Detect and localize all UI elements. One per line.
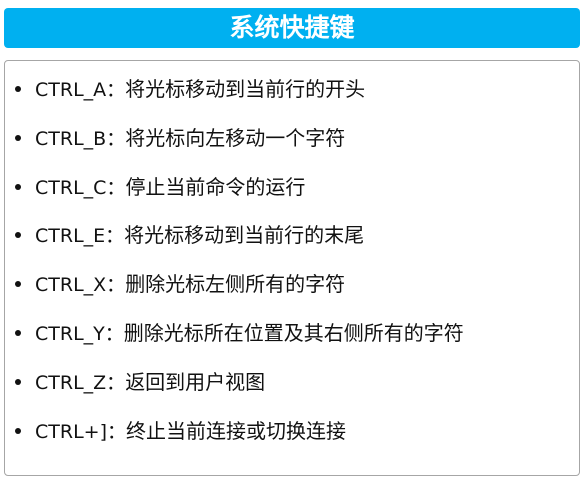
shortcut-key: CTRL_C： bbox=[35, 176, 126, 199]
shortcut-key: CTRL_Y： bbox=[35, 322, 124, 345]
bullet-icon bbox=[15, 232, 21, 239]
shortcut-key: CTRL_X： bbox=[35, 274, 126, 297]
list-item: CTRL_Y：删除光标所在位置及其右侧所有的字符 bbox=[5, 313, 464, 362]
shortcut-description: 将光标向左移动一个字符 bbox=[125, 125, 346, 150]
shortcut-key: CTRL_B： bbox=[35, 127, 126, 150]
bullet-icon bbox=[15, 281, 21, 288]
list-item: CTRL_B：将光标向左移动一个字符 bbox=[5, 118, 464, 167]
shortcut-description: 停止当前命令的运行 bbox=[125, 174, 306, 199]
list-item: CTRL_E：将光标移动到当前行的末尾 bbox=[5, 215, 464, 264]
shortcut-key: CTRL_Z： bbox=[35, 371, 126, 394]
shortcut-description: 返回到用户视图 bbox=[125, 369, 266, 394]
shortcut-description: 将光标移动到当前行的末尾 bbox=[124, 223, 365, 248]
list-item: CTRL+]：终止当前连接或切换连接 bbox=[5, 411, 464, 460]
bullet-icon bbox=[15, 378, 21, 385]
bullet-icon bbox=[15, 134, 21, 141]
bullet-icon bbox=[15, 427, 21, 434]
shortcut-list: CTRL_A：将光标移动到当前行的开头 CTRL_B：将光标向左移动一个字符 C… bbox=[5, 69, 464, 459]
bullet-icon bbox=[15, 183, 21, 190]
bullet-icon bbox=[15, 86, 21, 92]
shortcut-description: 终止当前连接或切换连接 bbox=[126, 418, 346, 443]
shortcut-list-panel: CTRL_A：将光标移动到当前行的开头 CTRL_B：将光标向左移动一个字符 C… bbox=[4, 60, 580, 476]
shortcut-key: CTRL_E： bbox=[35, 225, 125, 248]
shortcut-key: CTRL+]： bbox=[35, 420, 126, 443]
shortcut-description: 删除光标所在位置及其右侧所有的字符 bbox=[123, 320, 464, 345]
shortcut-description: 删除光标左侧所有的字符 bbox=[125, 272, 346, 297]
shortcut-description: 将光标移动到当前行的开头 bbox=[125, 77, 366, 101]
list-item: CTRL_Z：返回到用户视图 bbox=[5, 362, 464, 411]
page-title: 系统快捷键 bbox=[4, 8, 580, 48]
shortcut-key: CTRL_A： bbox=[35, 79, 126, 101]
bullet-icon bbox=[15, 329, 21, 336]
list-item: CTRL_A：将光标移动到当前行的开头 bbox=[5, 69, 464, 118]
list-item: CTRL_X：删除光标左侧所有的字符 bbox=[5, 264, 464, 313]
list-item: CTRL_C：停止当前命令的运行 bbox=[5, 167, 464, 216]
